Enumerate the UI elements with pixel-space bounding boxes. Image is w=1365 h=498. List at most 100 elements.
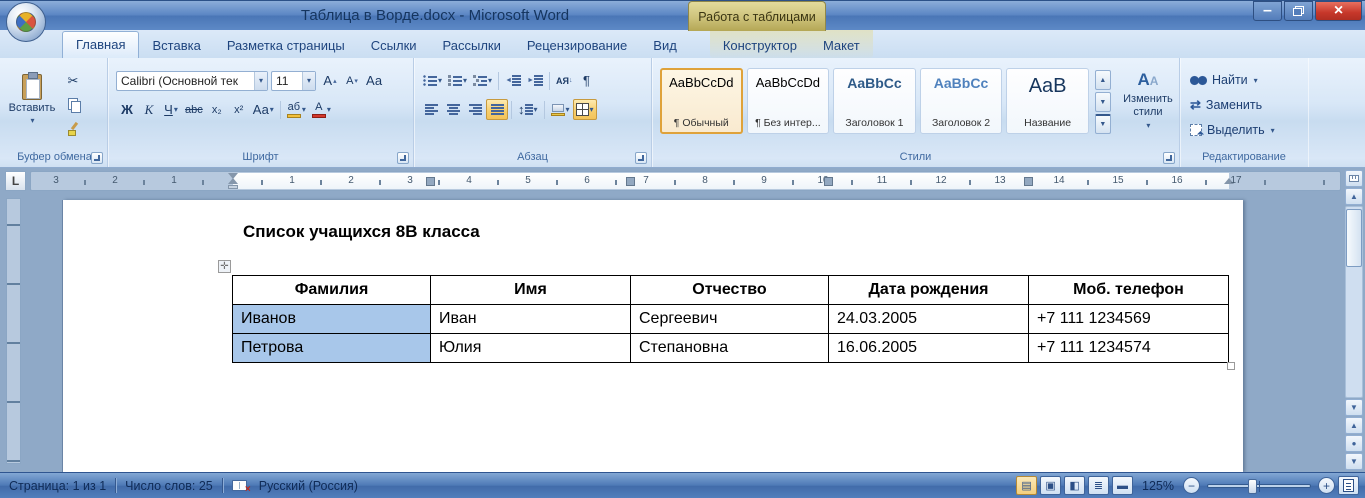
font-size-combobox[interactable]: 11 ▾ — [271, 71, 316, 91]
table-move-handle[interactable]: ✛ — [218, 260, 231, 273]
style-item-title[interactable]: AaB Название — [1006, 68, 1089, 134]
table-cell[interactable]: Петрова — [233, 334, 431, 363]
select-button[interactable]: Выделить ▾ — [1190, 120, 1308, 140]
chevron-down-icon[interactable]: ▾ — [302, 72, 315, 90]
view-web-layout-button[interactable]: ◧ — [1064, 476, 1085, 495]
table-cell[interactable]: Сергеевич — [631, 305, 829, 334]
replace-button[interactable]: ⇄ Заменить — [1190, 95, 1308, 115]
increase-indent-button[interactable]: ► — [524, 70, 546, 91]
cut-button[interactable]: ✂ — [62, 70, 84, 91]
close-button[interactable]: × — [1315, 1, 1362, 21]
zoom-slider[interactable] — [1207, 484, 1311, 488]
tab-stop-selector[interactable]: L — [5, 171, 26, 191]
font-name-combobox[interactable]: Calibri (Основной тек ▾ — [116, 71, 268, 91]
copy-button[interactable] — [62, 94, 84, 115]
text-highlight-button[interactable]: аб ▾ — [284, 99, 309, 120]
language-indicator[interactable]: Русский (Россия) — [257, 473, 367, 498]
scroll-track[interactable] — [1345, 206, 1363, 398]
browse-object-button[interactable]: ● — [1345, 435, 1363, 452]
grow-font-button[interactable]: А▴ — [319, 70, 341, 91]
minimize-button[interactable]: – — [1253, 1, 1282, 21]
tab-mailings[interactable]: Рассылки — [430, 33, 514, 58]
tab-table-layout[interactable]: Макет — [810, 33, 873, 58]
zoom-in-button[interactable]: + — [1318, 477, 1335, 494]
table-column-marker[interactable] — [824, 177, 833, 186]
office-button[interactable] — [6, 2, 46, 42]
table-header-cell[interactable]: Отчество — [631, 276, 829, 305]
paste-button[interactable]: Вставить ▾ — [6, 70, 58, 148]
style-item-normal[interactable]: AaBbCcDd ¶ Обычный — [660, 68, 743, 134]
view-outline-button[interactable]: ≣ — [1088, 476, 1109, 495]
table-column-marker[interactable] — [626, 177, 635, 186]
show-formatting-marks-button[interactable]: ¶ — [576, 70, 598, 91]
find-button[interactable]: Найти ▾ — [1190, 70, 1308, 90]
table-cell[interactable]: +7 111 1234569 — [1029, 305, 1229, 334]
ruler-toggle-button[interactable] — [1345, 170, 1363, 187]
page-indicator[interactable]: Страница: 1 из 1 — [0, 473, 115, 498]
table-cell[interactable]: Степановна — [631, 334, 829, 363]
borders-button[interactable]: ▾ — [573, 99, 597, 120]
gallery-row-down-button[interactable]: ▼ — [1095, 92, 1111, 112]
chevron-down-icon[interactable]: ▾ — [254, 72, 267, 90]
table-header-cell[interactable]: Имя — [431, 276, 631, 305]
sort-button[interactable]: АЯ↓ — [553, 70, 575, 91]
font-dialog-launcher[interactable] — [397, 152, 409, 164]
decrease-indent-button[interactable]: ◄ — [502, 70, 524, 91]
scroll-thumb[interactable] — [1346, 209, 1362, 267]
subscript-button[interactable]: х₂ — [206, 99, 228, 120]
gallery-more-button[interactable]: ▼ — [1095, 114, 1111, 134]
tab-home[interactable]: Главная — [62, 31, 139, 58]
superscript-button[interactable]: х² — [228, 99, 250, 120]
clipboard-dialog-launcher[interactable] — [91, 152, 103, 164]
change-case-button[interactable]: Аа▾ — [250, 99, 277, 120]
multilevel-list-button[interactable]: ▾ — [470, 70, 495, 91]
table-cell[interactable]: 16.06.2005 — [829, 334, 1029, 363]
table-cell[interactable]: Юлия — [431, 334, 631, 363]
table-header-cell[interactable]: Моб. телефон — [1029, 276, 1229, 305]
zoom-level[interactable]: 125% — [1136, 479, 1180, 493]
styles-dialog-launcher[interactable] — [1163, 152, 1175, 164]
italic-button[interactable]: К — [138, 99, 160, 120]
view-fullscreen-reading-button[interactable]: ▣ — [1040, 476, 1061, 495]
tab-page-layout[interactable]: Разметка страницы — [214, 33, 358, 58]
strikethrough-button[interactable]: abc — [182, 99, 206, 120]
table-header-cell[interactable]: Фамилия — [233, 276, 431, 305]
change-styles-button[interactable]: АА Изменить стили ▾ — [1117, 68, 1179, 148]
gallery-row-up-button[interactable]: ▲ — [1095, 70, 1111, 90]
tab-references[interactable]: Ссылки — [358, 33, 430, 58]
table-cell[interactable]: +7 111 1234574 — [1029, 334, 1229, 363]
justify-button[interactable] — [486, 99, 508, 120]
restore-button[interactable] — [1284, 1, 1313, 21]
previous-page-button[interactable]: ▲ — [1345, 417, 1363, 434]
bullets-button[interactable]: ▾ — [420, 70, 445, 91]
bold-button[interactable]: Ж — [116, 99, 138, 120]
next-page-button[interactable]: ▼ — [1345, 453, 1363, 470]
align-left-button[interactable] — [420, 99, 442, 120]
underline-button[interactable]: Ч▾ — [160, 99, 182, 120]
style-item-heading2[interactable]: AaBbCc Заголовок 2 — [920, 68, 1003, 134]
table-column-marker[interactable] — [1024, 177, 1033, 186]
shrink-font-button[interactable]: А▾ — [341, 70, 363, 91]
table-cell[interactable]: Иван — [431, 305, 631, 334]
proofing-status[interactable]: × — [223, 473, 257, 498]
table-cell[interactable]: Иванов — [233, 305, 431, 334]
zoom-out-button[interactable]: − — [1183, 477, 1200, 494]
line-spacing-button[interactable]: ↕▾ — [515, 99, 541, 120]
shading-button[interactable]: ▾ — [548, 99, 573, 120]
word-count-indicator[interactable]: Число слов: 25 — [116, 473, 222, 498]
scroll-down-button[interactable]: ▼ — [1345, 399, 1363, 416]
format-painter-button[interactable] — [62, 118, 84, 139]
horizontal-ruler[interactable]: 3211234567891011121314151617 — [30, 171, 1341, 191]
style-item-heading1[interactable]: AaBbCc Заголовок 1 — [833, 68, 916, 134]
style-item-no-spacing[interactable]: AaBbCcDd ¶ Без интер... — [747, 68, 830, 134]
font-color-button[interactable]: А ▾ — [309, 99, 334, 120]
vertical-ruler[interactable] — [6, 198, 21, 464]
hanging-indent-marker[interactable] — [228, 178, 238, 184]
tab-review[interactable]: Рецензирование — [514, 33, 640, 58]
zoom-slider-thumb[interactable] — [1248, 479, 1257, 494]
table-resize-handle[interactable] — [1227, 362, 1235, 370]
view-draft-button[interactable]: ▬ — [1112, 476, 1133, 495]
view-print-layout-button[interactable]: ▤ — [1016, 476, 1037, 495]
fit-page-button[interactable] — [1338, 476, 1359, 495]
clear-formatting-button[interactable]: Аа — [363, 70, 385, 91]
